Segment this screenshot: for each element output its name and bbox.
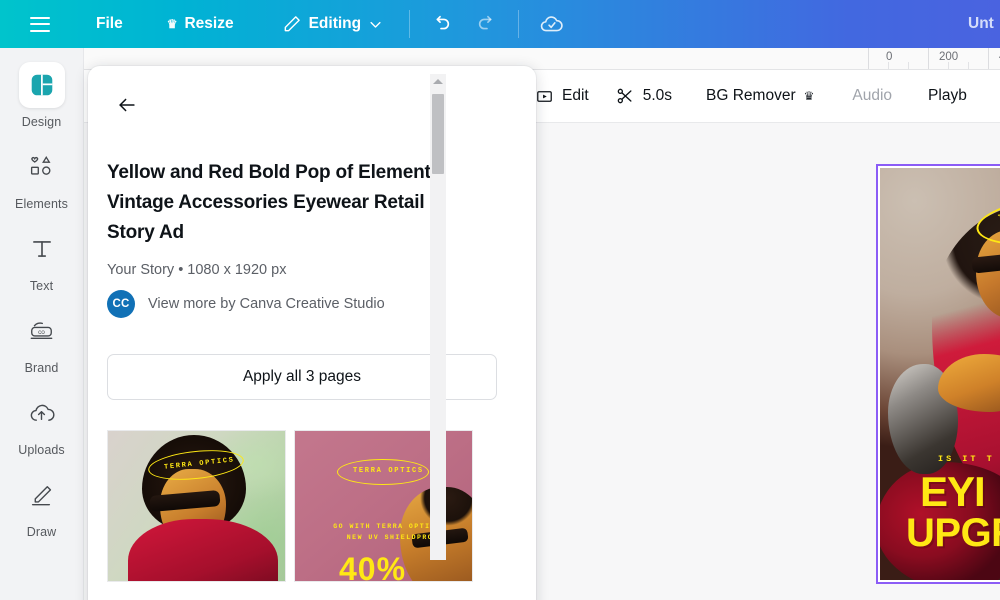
video-edit-icon [535,87,554,106]
text-icon [19,226,65,272]
document-title[interactable]: Unt [968,0,994,48]
playback-label: Playb [928,87,967,104]
brand-icon: co [19,308,65,354]
elements-icon [19,144,65,190]
save-status-button[interactable] [535,7,569,41]
author-label: View more by Canva Creative Studio [148,296,385,312]
edit-label: Edit [562,87,589,104]
artwork-kicker-text: IS IT T [938,454,995,464]
sidebar-item-draw-label: Draw [26,525,57,539]
redo-button[interactable] [470,7,504,41]
page-artwork: TERR IS IT T EYI UPGR [880,168,1000,580]
hamburger-icon [30,16,50,32]
panel-content: Yellow and Red Bold Pop of Element Vinta… [88,158,536,600]
template-author-link[interactable]: CC View more by Canva Creative Studio [88,278,536,318]
template-meta: Your Story • 1080 x 1920 px [107,262,287,278]
author-avatar: CC [107,290,135,318]
draw-icon [19,472,65,518]
canva-editor-window: File ♛ Resize Editing Unt Design Element… [0,0,1000,600]
uploads-icon [19,390,65,436]
scroll-up-arrow-icon[interactable] [433,79,443,84]
template-page-list: TERRA OPTICS TERRA OPTICS GO WITH TERRA … [88,400,536,582]
page-thumbnail-2[interactable]: TERRA OPTICS GO WITH TERRA OPTICS' NEW U… [294,430,473,582]
chevron-down-icon [368,17,383,32]
editing-mode-button[interactable]: Editing [272,7,394,41]
sidebar-item-draw[interactable]: Draw [5,472,79,548]
sidebar-item-text[interactable]: Text [5,226,79,302]
panel-back-button[interactable] [110,88,144,122]
resize-label: Resize [184,15,234,32]
artwork-headline-1: EYI [920,468,986,515]
cloud-check-icon [539,11,565,37]
resize-button[interactable]: ♛ Resize [157,7,244,41]
pencil-icon [282,14,302,34]
template-title: Yellow and Red Bold Pop of Element Vinta… [107,162,431,243]
design-icon [18,62,65,108]
template-detail-panel: Yellow and Red Bold Pop of Element Vinta… [88,66,536,600]
svg-text:co: co [38,329,45,336]
top-toolbar: File ♛ Resize Editing Unt [0,0,1000,48]
redo-icon [476,13,498,35]
audio-label: Audio [852,87,893,104]
playback-button[interactable]: Playb [917,78,978,114]
sidebar-item-design-label: Design [21,115,62,129]
sidebar-item-elements[interactable]: Elements [5,144,79,220]
ruler-label-200: 200 [939,51,959,63]
undo-icon [430,13,452,35]
editing-label: Editing [308,15,362,32]
toolbar-divider-1 [409,10,411,38]
page-thumbnail-1[interactable]: TERRA OPTICS [107,430,286,582]
thumb2-brand-text: TERRA OPTICS [353,467,424,475]
left-sidebar: Design Elements Text co Brand Uploads Dr… [0,48,84,600]
sidebar-item-uploads-label: Uploads [18,443,65,457]
sidebar-item-text-label: Text [29,279,54,293]
panel-scrollbar[interactable] [430,74,446,560]
crown-icon: ♛ [166,17,178,31]
sidebar-item-uploads[interactable]: Uploads [5,390,79,466]
ruler-label-0: 0 [886,51,893,63]
audio-button[interactable]: Audio [841,78,903,114]
main-menu-button[interactable] [22,7,58,41]
scissors-icon [615,86,635,106]
undo-button[interactable] [424,7,458,41]
file-menu-button[interactable]: File [86,7,133,41]
bg-remover-button[interactable]: BG Remover ♛ [695,78,825,114]
crown-icon: ♛ [803,89,815,103]
toolbar-divider-2 [518,10,520,38]
arrow-left-icon [116,94,138,116]
sidebar-item-elements-label: Elements [15,197,68,211]
artwork-headline-2: UPGR [906,511,1000,555]
scrollbar-thumb[interactable] [432,94,444,174]
file-menu-label: File [96,15,123,32]
sidebar-item-brand-label: Brand [24,361,59,375]
trim-duration-button[interactable]: 5.0s [604,78,683,114]
sidebar-item-design[interactable]: Design [5,62,79,138]
duration-label: 5.0s [642,87,673,104]
thumb2-discount: 40% [339,551,407,582]
sidebar-item-brand[interactable]: co Brand [5,308,79,384]
selected-page-frame[interactable]: TERR IS IT T EYI UPGR [876,164,1000,584]
bg-remover-label: BG Remover [706,87,796,104]
